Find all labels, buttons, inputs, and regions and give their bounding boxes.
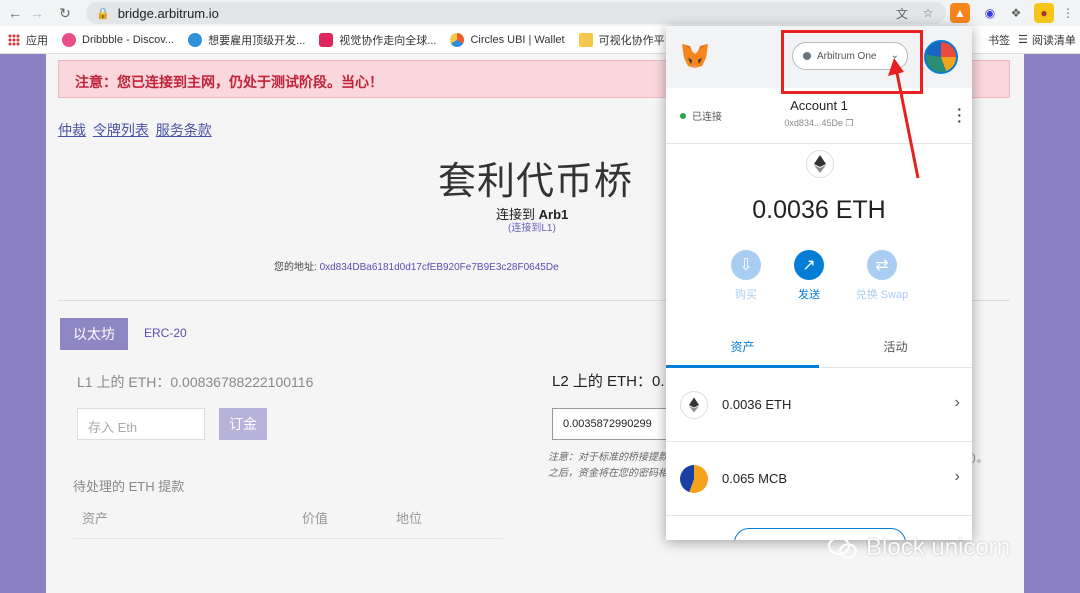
tab-assets[interactable]: 资产 <box>666 338 819 355</box>
apps-grid-icon[interactable] <box>8 33 20 46</box>
menu-dots-icon[interactable]: ⋮ <box>1058 3 1078 23</box>
dribbble-icon <box>62 32 76 47</box>
chevron-right-icon: › <box>954 394 960 411</box>
forward-icon[interactable]: → <box>26 2 48 24</box>
star-icon[interactable]: ☆ <box>918 3 938 23</box>
bookmark-visual-collab[interactable]: 视觉协作走向全球... <box>319 32 436 48</box>
url-text: bridge.arbitrum.io <box>117 5 219 21</box>
connected-dot-icon <box>680 112 686 119</box>
account-address[interactable]: 0xd834...45De ❐ <box>776 118 862 129</box>
bookmark-folder[interactable]: 可视化协作平台 <box>578 32 676 48</box>
connected-status[interactable]: 已连接 <box>680 108 722 123</box>
reload-icon[interactable]: ↻ <box>54 2 76 24</box>
link-terms[interactable]: 服务条款 <box>156 122 212 138</box>
metamask-fox-icon <box>682 44 708 68</box>
eth-logo-icon <box>806 150 834 178</box>
user-address: 您的地址: 0xd834DBa6181d0d17cfEB920Fe7B9E3c2… <box>274 262 559 273</box>
page-links: 仲裁 令牌列表 服务条款 <box>58 120 215 140</box>
withdraw-note-tail: ）。 <box>972 454 987 465</box>
address-bar[interactable]: 🔒 bridge.arbitrum.io <box>86 2 946 24</box>
swap-button[interactable]: ⇄ 兑换 Swap <box>842 250 922 302</box>
globe-icon <box>188 32 203 47</box>
deposit-eth-input[interactable]: 存入 Eth <box>77 408 205 440</box>
metamask-extension-icon[interactable]: ▲ <box>950 3 970 23</box>
circles-icon <box>450 32 465 47</box>
page-title: 套利代币桥 <box>438 161 634 203</box>
tab-ethereum[interactable]: 以太坊 <box>60 318 128 350</box>
tab-erc20[interactable]: ERC-20 <box>144 326 187 340</box>
account-balance: 0.0036 ETH <box>752 196 886 224</box>
wechat-icon <box>828 537 857 559</box>
copy-icon: ❐ <box>845 118 854 128</box>
extension-circle-icon[interactable]: ◉ <box>980 3 1000 23</box>
l2-balance: L2 上的 ETH：0. <box>552 373 665 390</box>
pending-withdrawals-title: 待处理的 ETH 提款 <box>73 479 185 494</box>
bookmark-other[interactable]: 书签 <box>988 32 1010 48</box>
back-icon[interactable]: ← <box>4 2 26 24</box>
watermark: Block unicorn <box>828 534 1010 562</box>
folder-icon <box>578 32 593 47</box>
profile-icon[interactable]: ● <box>1034 3 1054 23</box>
chevron-right-icon: › <box>954 468 960 485</box>
download-icon: ⇩ <box>731 250 761 280</box>
account-name[interactable]: Account 1 <box>776 98 862 113</box>
metamask-tabs: 资产 活动 <box>666 326 972 368</box>
withdraw-eth-input[interactable]: 0.0035872990299 <box>552 408 668 440</box>
lock-icon: 🔒 <box>96 7 110 20</box>
l1-balance: L1 上的 ETH：0.00836788222100116 <box>77 374 314 390</box>
swap-icon: ⇄ <box>867 250 897 280</box>
connect-l1-link[interactable]: (连接到L1) <box>508 219 556 234</box>
bookmark-apps[interactable]: 应用 <box>26 32 48 48</box>
send-arrow-icon: ↗ <box>794 250 824 280</box>
page-gutter <box>1024 54 1080 593</box>
column-status: 地位 <box>396 511 423 526</box>
translate-icon[interactable]: 文 <box>892 3 912 23</box>
withdraw-note: 注意：对于标准的桥接提款 之后，资金将在您的密码相 <box>548 452 668 479</box>
deposit-button[interactable]: 订金 <box>219 408 267 440</box>
buy-button[interactable]: ⇩ 购买 <box>716 250 776 302</box>
column-value: 价值 <box>302 511 329 526</box>
browser-toolbar: ← → ↻ 🔒 bridge.arbitrum.io 文 ☆ ▲ ◉ ❖ ● ⋮ <box>0 0 1080 26</box>
miro-icon <box>319 32 334 47</box>
link-token-list[interactable]: 令牌列表 <box>93 122 149 138</box>
asset-row-eth[interactable]: 0.0036 ETH › <box>666 368 972 442</box>
tab-activity[interactable]: 活动 <box>819 338 972 355</box>
puzzle-icon[interactable]: ❖ <box>1006 3 1026 23</box>
column-asset: 资产 <box>82 511 109 526</box>
annotation-arrow-icon <box>888 58 920 179</box>
link-arbitrum[interactable]: 仲裁 <box>58 122 86 138</box>
table-divider <box>73 538 503 539</box>
eth-token-icon <box>680 390 708 419</box>
asset-row-mcb[interactable]: 0.065 MCB › <box>666 442 972 516</box>
reading-list-icon: ☰ <box>1018 34 1028 46</box>
account-avatar[interactable] <box>924 40 958 74</box>
bookmark-dribbble[interactable]: Dribbble - Discov... <box>62 32 174 47</box>
bookmark-circles[interactable]: Circles UBI | Wallet <box>450 32 565 47</box>
bookmark-reading-list[interactable]: ☰ 阅读清单 <box>1018 32 1076 48</box>
mcb-token-icon <box>680 464 708 493</box>
account-menu-icon[interactable]: · · · <box>957 102 962 128</box>
bookmark-hire-dev[interactable]: 想要雇用顶级开发... <box>188 32 305 48</box>
send-button[interactable]: ↗ 发送 <box>779 250 839 302</box>
